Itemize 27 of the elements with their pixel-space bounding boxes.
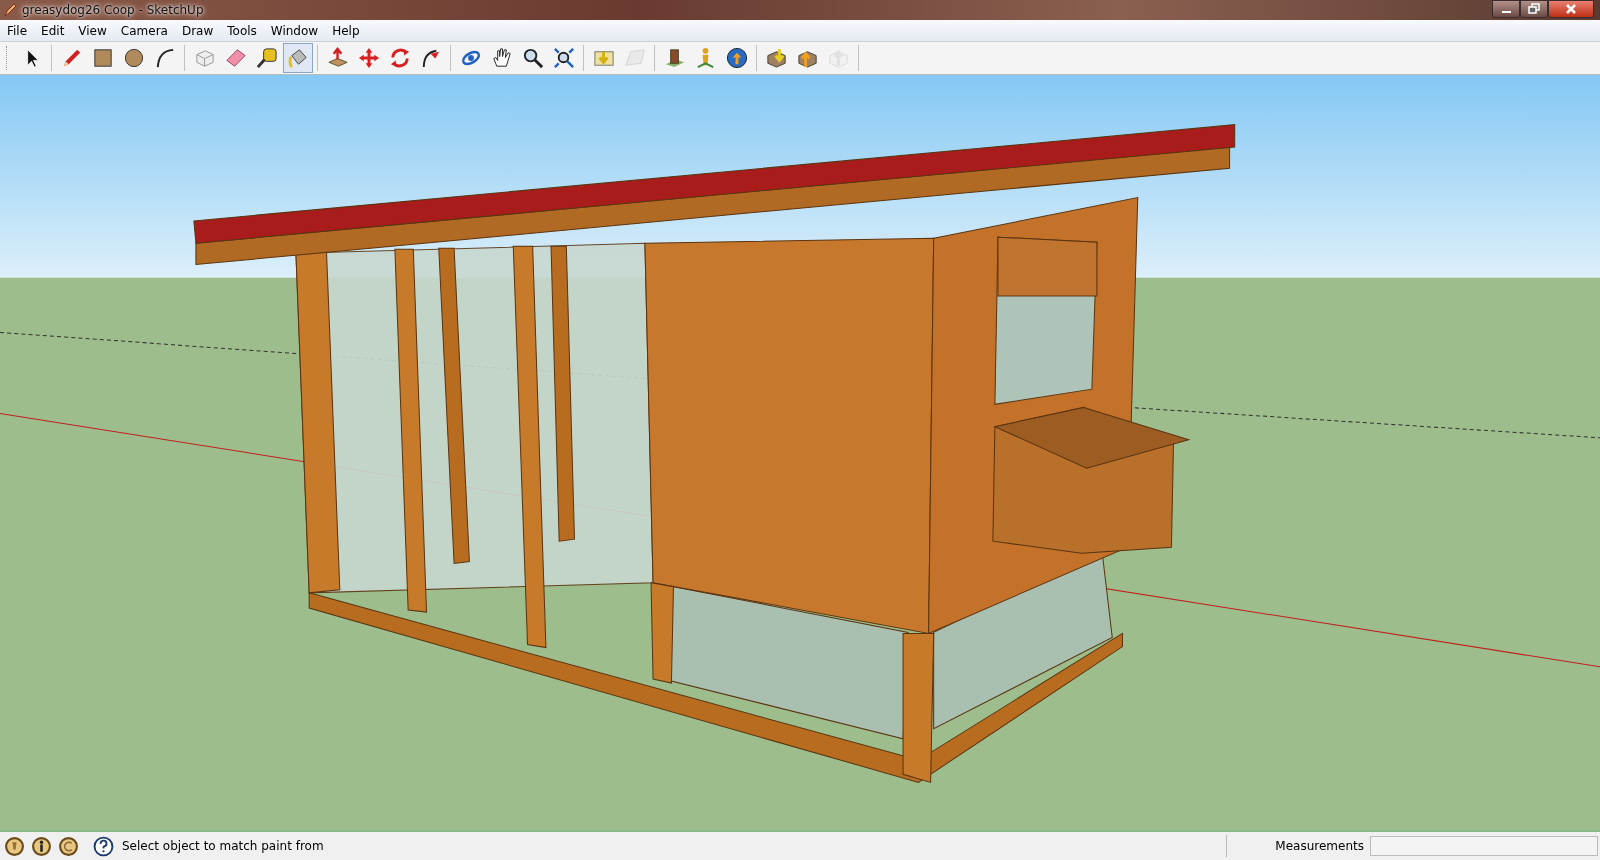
globe-icon (724, 46, 749, 70)
window-title: greasydog26 Coop - SketchUp (22, 3, 204, 17)
measurements-label: Measurements (1275, 839, 1364, 853)
push-pull-icon (325, 46, 350, 70)
status-message: Select object to match paint from (122, 839, 324, 853)
person-icon[interactable] (31, 835, 52, 857)
menu-item[interactable]: File (0, 23, 35, 38)
credits-icon[interactable] (58, 835, 79, 857)
menu-item[interactable]: Draw (174, 23, 221, 38)
menu-item[interactable]: View (71, 23, 114, 38)
pencil-icon (2, 2, 18, 18)
close-button[interactable] (1548, 0, 1594, 18)
measurements-field[interactable] (1370, 836, 1598, 856)
menu-item[interactable]: Help (325, 23, 367, 38)
paint-bucket-tool-button[interactable] (282, 43, 313, 73)
tape-measure-icon (254, 46, 279, 70)
minimize-icon (1501, 11, 1511, 13)
help-icon[interactable] (93, 835, 114, 857)
box-download-icon (764, 46, 789, 70)
eraser-icon (223, 46, 248, 70)
zoom-extents-icon (551, 46, 576, 70)
restore-button[interactable] (1520, 0, 1548, 18)
minimize-button[interactable] (1492, 0, 1520, 18)
menu-item[interactable]: Edit (34, 23, 72, 38)
menu-item[interactable]: Tools (220, 23, 264, 38)
menu-item[interactable]: Camera (113, 23, 175, 38)
menu-item[interactable]: Window (263, 23, 326, 38)
